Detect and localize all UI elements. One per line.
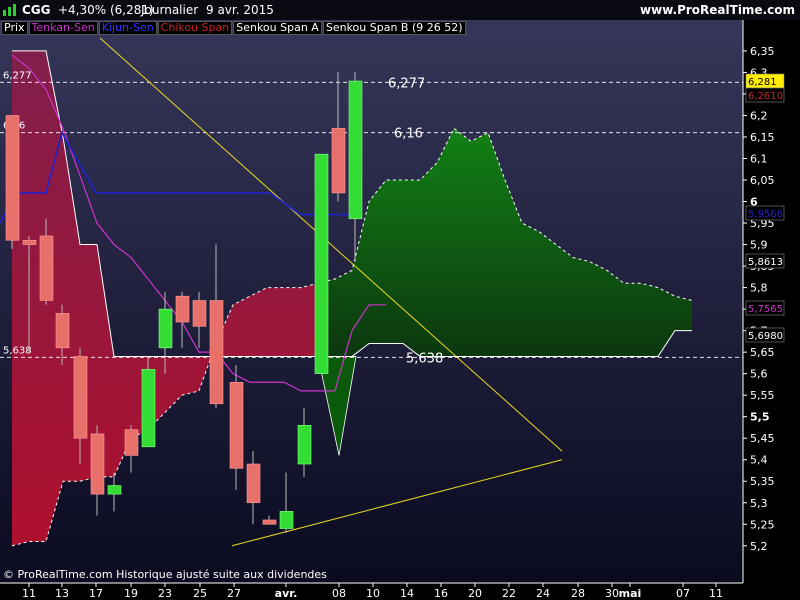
y-tick-label: 5,25 <box>750 518 775 531</box>
price-tag-label-4: 5,7565 <box>748 304 783 315</box>
site-url[interactable]: www.ProRealTime.com <box>640 3 795 17</box>
x-tick-label: 28 <box>571 587 585 600</box>
candle-body-11 <box>5 115 20 241</box>
candle-body-17 <box>73 356 88 439</box>
candle-body-01 <box>262 519 277 525</box>
candle-body-19 <box>107 485 122 495</box>
x-tick-label: 17 <box>89 587 103 600</box>
legend-prix[interactable]: Prix <box>1 21 28 35</box>
candle-body-09 <box>348 80 363 220</box>
legend-kijun-sen[interactable]: Kijun-Sen <box>98 21 157 35</box>
y-tick-label: 6,1 <box>750 152 768 165</box>
price-tag-label-0: 6,281 <box>748 77 777 88</box>
price-chart[interactable]: 6,2776,165,638 6,2776,165,638 6,356,36,2… <box>0 20 800 600</box>
candle-body-31 <box>246 463 261 504</box>
x-tick-label: 27 <box>227 587 241 600</box>
x-tick-label: 16 <box>434 587 448 600</box>
footer-note: © ProRealTime.com Historique ajusté suit… <box>3 568 327 581</box>
price-tag-label-2: 5,9566 <box>748 209 783 220</box>
x-tick-label: 23 <box>158 587 172 600</box>
chart-window: CGG +4,30% (6,281) Journalier 9 avr. 201… <box>0 0 800 600</box>
legend-senkou-span-b[interactable]: Senkou Span B (9 26 52) <box>322 21 466 35</box>
candle-body-12 <box>22 239 37 245</box>
period: Journalier <box>141 3 199 17</box>
x-tick-label: 24 <box>536 587 550 600</box>
candle-body-20 <box>124 429 139 456</box>
x-tick-label: 10 <box>366 587 380 600</box>
candle-body-18 <box>90 433 105 495</box>
level-annotation-2: 5,638 <box>406 351 443 366</box>
price-tag-label-5: 5,6980 <box>748 331 783 342</box>
y-tick-label: 5,65 <box>750 346 775 359</box>
x-tick-label: 08 <box>332 587 346 600</box>
x-tick-label: 22 <box>502 587 516 600</box>
y-tick-label: 5,45 <box>750 432 775 445</box>
candle-body-02 <box>279 511 294 529</box>
candle-body-13 <box>39 235 54 301</box>
y-tick-label: 5,6 <box>750 368 768 381</box>
x-tick-label: 20 <box>468 587 482 600</box>
price-tag-label-3: 5,8613 <box>748 257 783 268</box>
candle-body-08b <box>331 128 346 194</box>
level-left-label-2: 5,638 <box>3 345 32 356</box>
prorealtime-logo-icon <box>3 4 16 16</box>
x-tick-label: 11 <box>709 587 723 600</box>
y-tick-label: 5,55 <box>750 389 775 402</box>
x-tick-label: 25 <box>193 587 207 600</box>
candle-body-26 <box>192 300 207 327</box>
y-tick-label: 5,4 <box>750 454 768 467</box>
x-tick-label: 14 <box>400 587 414 600</box>
candle-body-27 <box>209 300 224 405</box>
y-tick-label: 6,15 <box>750 131 775 144</box>
title-bar: CGG +4,30% (6,281) Journalier 9 avr. 201… <box>0 0 800 20</box>
y-tick-label: 5,2 <box>750 540 768 553</box>
indicator-legend: Prix Tenkan-Sen Kijun-Sen Chikou Span Se… <box>1 21 467 35</box>
level-annotation-0: 6,277 <box>388 76 425 91</box>
y-tick-label: 5,5 <box>750 411 770 424</box>
price-tag-label-1: 6,2610 <box>748 91 783 102</box>
x-tick-label: 13 <box>55 587 69 600</box>
y-tick-label: 6,2 <box>750 109 768 122</box>
y-tick-label: 5,3 <box>750 497 768 510</box>
y-tick-label: 6,05 <box>750 174 775 187</box>
y-tick-label: 5,35 <box>750 475 775 488</box>
x-tick-label: 30 <box>605 587 619 600</box>
y-tick-label: 5,9 <box>750 239 768 252</box>
y-tick-label: 5,8 <box>750 282 768 295</box>
x-tick-label: mai <box>619 587 642 600</box>
candle-body-08 <box>314 153 329 374</box>
y-tick-label: 6,35 <box>750 45 775 58</box>
candle-body-23 <box>141 369 156 448</box>
date: 9 avr. 2015 <box>206 3 274 17</box>
change: +4,30% (6,281) <box>58 3 154 17</box>
x-tick-label: 11 <box>22 587 36 600</box>
candle-body-25 <box>175 295 190 323</box>
candle-body-24 <box>158 308 173 349</box>
symbol: CGG <box>22 3 51 17</box>
legend-tenkan-sen[interactable]: Tenkan-Sen <box>28 21 98 35</box>
candle-body-30 <box>229 381 244 469</box>
candle-body-07 <box>297 424 312 465</box>
level-annotation-1: 6,16 <box>394 127 423 142</box>
level-left-label-0: 6,277 <box>3 70 32 81</box>
x-tick-label: 07 <box>676 587 690 600</box>
legend-senkou-span-a[interactable]: Senkou Span A <box>233 21 322 35</box>
x-tick-label: 19 <box>124 587 138 600</box>
legend-chikou-span[interactable]: Chikou Span <box>157 21 233 35</box>
x-tick-label: avr. <box>275 587 298 600</box>
candle-body-16 <box>55 313 70 349</box>
